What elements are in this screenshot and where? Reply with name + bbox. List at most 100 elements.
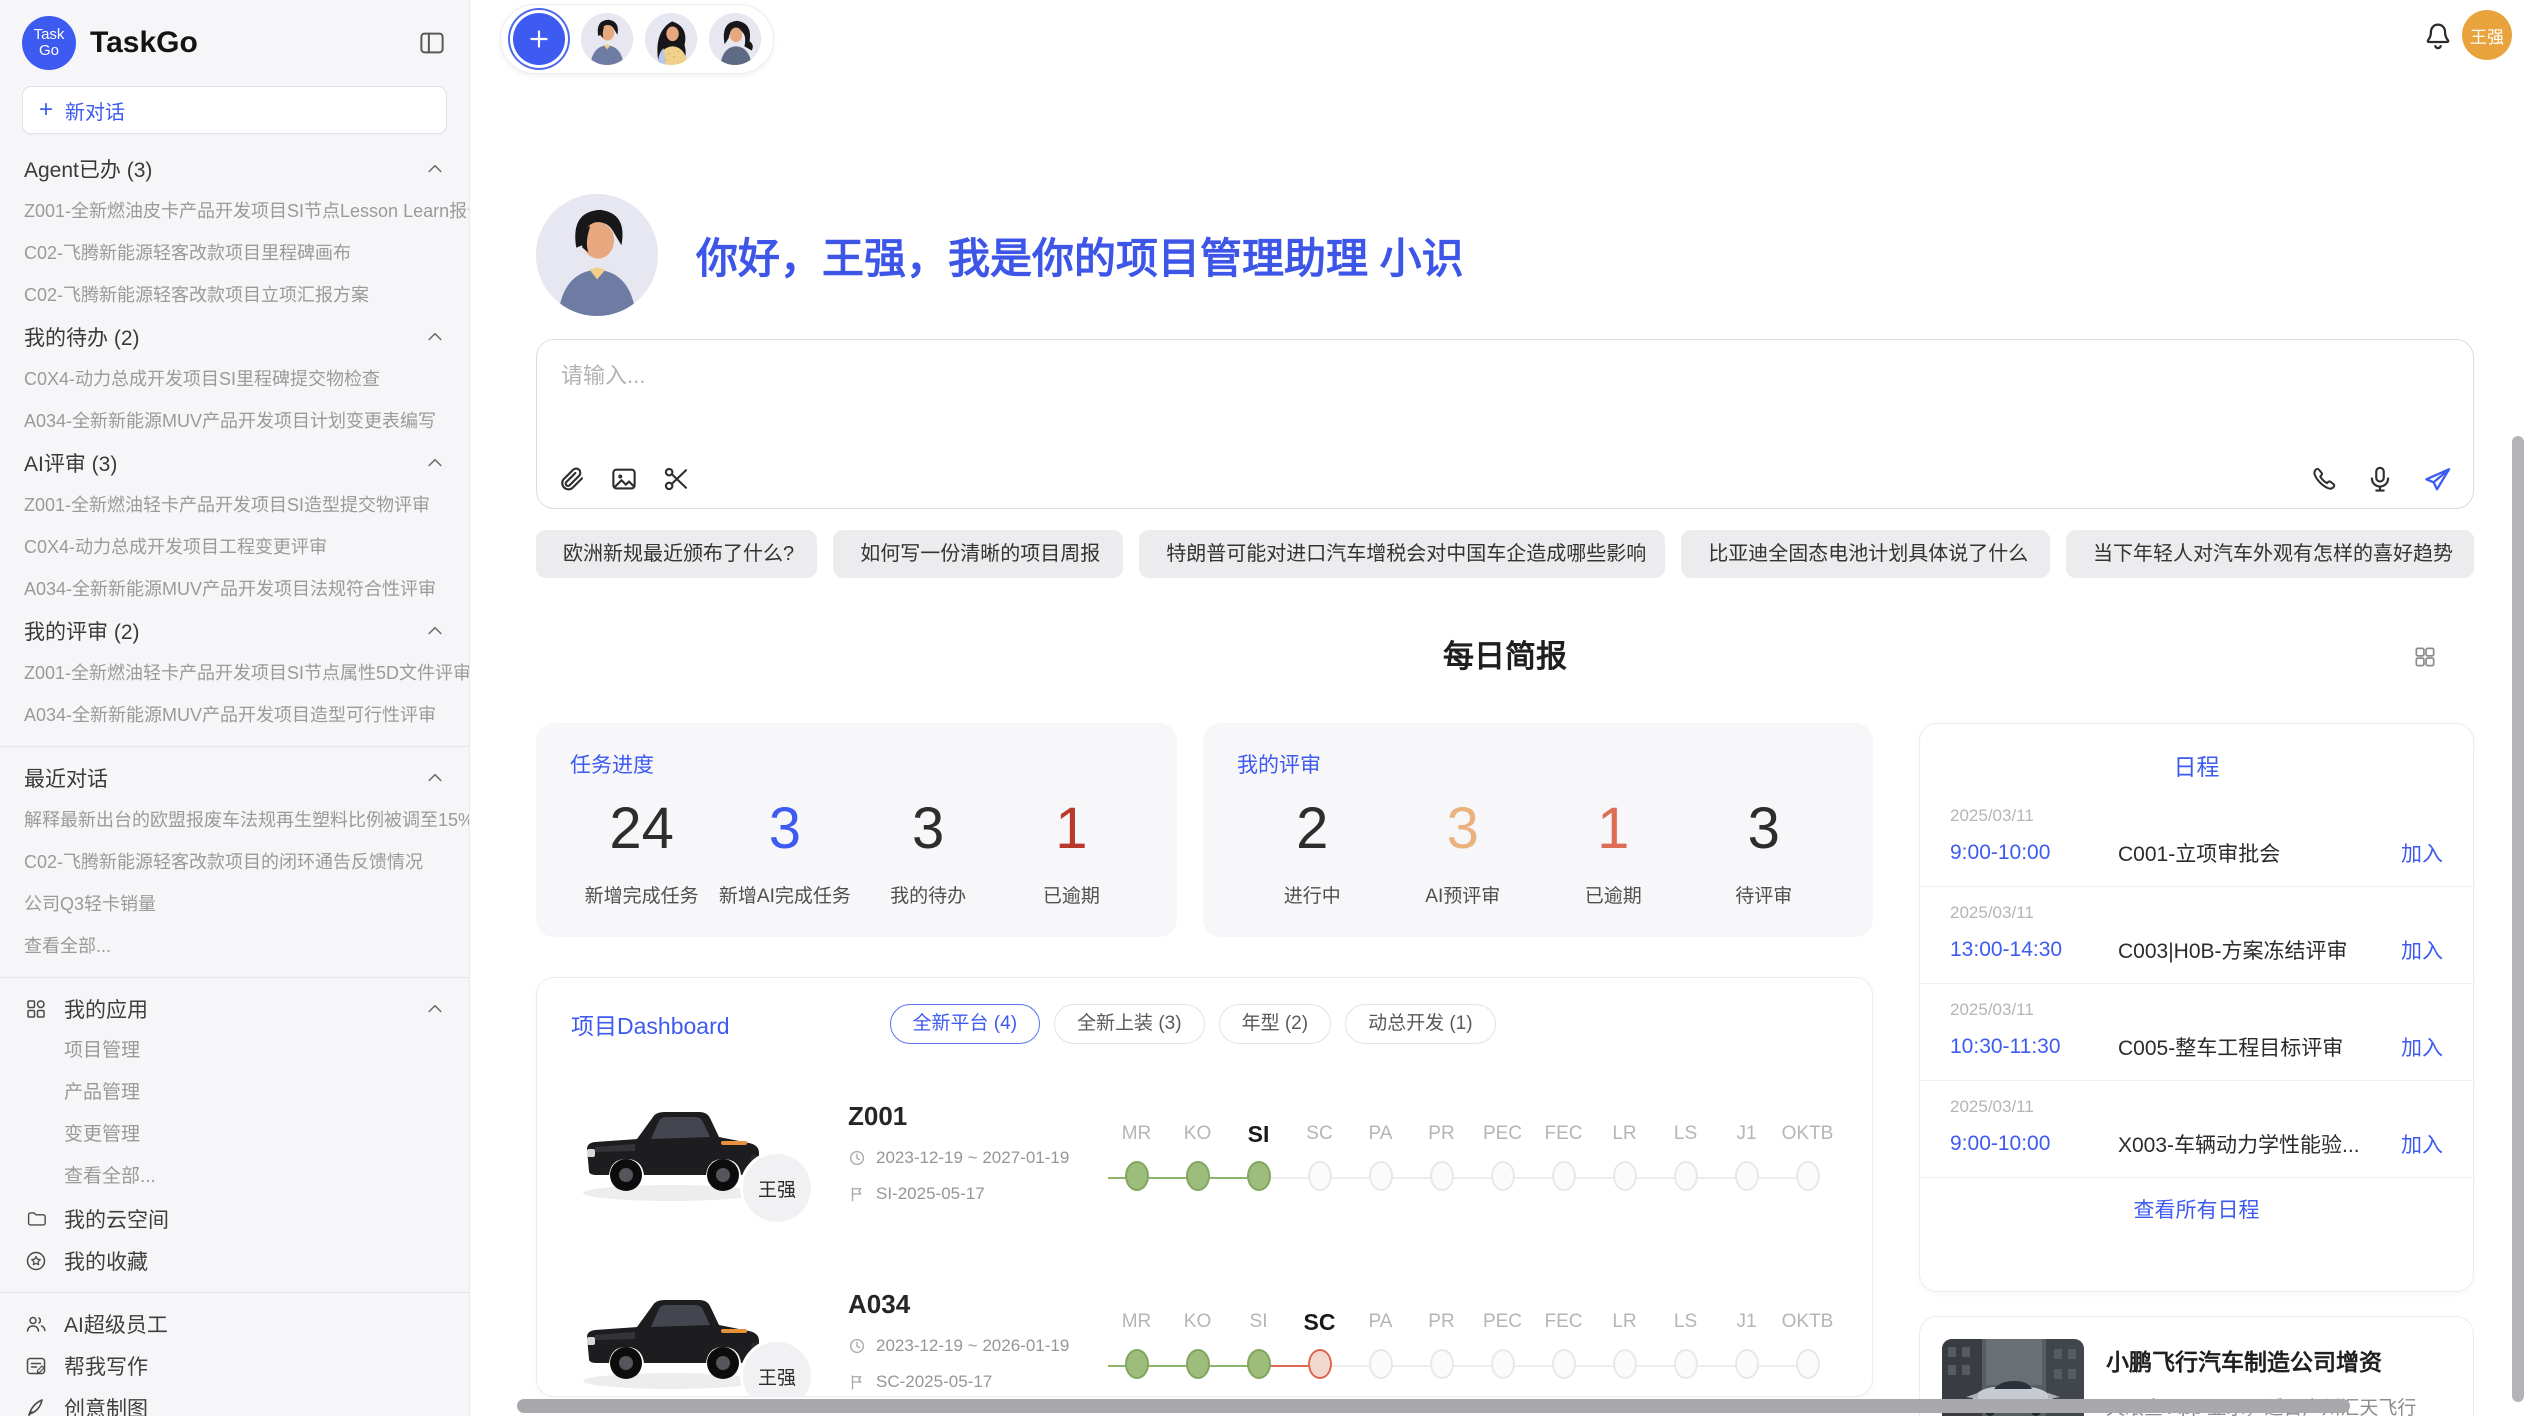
sidebar-item-product-mgmt[interactable]: 产品管理	[0, 1072, 469, 1114]
join-meeting-link[interactable]: 加入	[2401, 935, 2443, 965]
project-owner-avatar: 王强	[740, 1151, 814, 1225]
stat-value: 24	[570, 793, 713, 865]
clock-icon	[848, 1337, 866, 1355]
milestone-dot-future	[1796, 1161, 1820, 1191]
stat-new-done: 24 新增完成任务	[570, 793, 713, 908]
horizontal-scrollbar[interactable]	[517, 1399, 2350, 1413]
recent-chat-item[interactable]: 解释最新出台的欧盟报废车法规再生塑料比例被调至15%...	[0, 799, 469, 841]
sidebar-task-item[interactable]: A034-全新新能源MUV产品开发项目造型可行性评审	[0, 694, 469, 736]
join-meeting-link[interactable]: 加入	[2401, 1129, 2443, 1159]
vertical-scrollbar[interactable]	[2512, 436, 2524, 1402]
milestone: SI	[1228, 1307, 1289, 1379]
join-meeting-link[interactable]: 加入	[2401, 1032, 2443, 1062]
sidebar: Task Go TaskGo + 新对话 Agent已办 (3) Z001-全新…	[0, 0, 470, 1416]
chevron-up-icon[interactable]	[425, 327, 445, 347]
sidebar-item-project-mgmt[interactable]: 项目管理	[0, 1030, 469, 1072]
agent-avatar-1[interactable]	[581, 13, 633, 65]
add-agent-button[interactable]	[513, 13, 565, 65]
recent-chats-view-all[interactable]: 查看全部...	[0, 925, 469, 967]
stat-label: 已逾期	[1000, 881, 1143, 908]
suggestion-chip[interactable]: 欧洲新规最近颁布了什么?	[536, 530, 817, 578]
tab-new-body[interactable]: 全新上装 (3)	[1054, 1004, 1205, 1044]
voice-call-icon[interactable]	[2309, 464, 2339, 494]
suggestion-chip[interactable]: 比亚迪全固态电池计划具体说了什么	[1681, 530, 2050, 578]
milestone: LR	[1594, 1119, 1655, 1191]
suggestion-chip[interactable]: 如何写一份清晰的项目周报	[833, 530, 1123, 578]
join-meeting-link[interactable]: 加入	[2401, 838, 2443, 868]
dashboard-header: 项目Dashboard 全新平台 (4) 全新上装 (3) 年型 (2) 动总开…	[571, 1004, 1838, 1044]
section-header-agent-done[interactable]: Agent已办 (3)	[0, 148, 469, 190]
schedule-title: 日程	[1920, 748, 2473, 782]
milestone: KO	[1167, 1119, 1228, 1191]
menu-label: 我的云空间	[64, 1204, 169, 1234]
section-title: Agent已办 (3)	[24, 154, 152, 184]
sidebar-task-item[interactable]: C02-飞腾新能源轻客改款项目立项汇报方案	[0, 274, 469, 316]
sidebar-task-item[interactable]: C0X4-动力总成开发项目工程变更评审	[0, 526, 469, 568]
recent-chat-item[interactable]: C02-飞腾新能源轻客改款项目的闭环通告反馈情况	[0, 841, 469, 883]
chevron-up-icon[interactable]	[425, 159, 445, 179]
stat-overdue: 1 已逾期	[1000, 793, 1143, 908]
sidebar-task-item[interactable]: A034-全新新能源MUV产品开发项目法规符合性评审	[0, 568, 469, 610]
section-header-recent-chats[interactable]: 最近对话	[0, 757, 469, 799]
logo-text-bottom: Go	[39, 43, 59, 59]
image-upload-icon[interactable]	[609, 464, 639, 494]
stat-row: 2 进行中 3 AI预评审 1 已逾期 3 待评审	[1237, 793, 1839, 908]
schedule-date: 2025/03/11	[1950, 1000, 2443, 1020]
section-header-ai-review[interactable]: AI评审 (3)	[0, 442, 469, 484]
milestone: OKTB	[1777, 1119, 1838, 1191]
sidebar-task-item[interactable]: C02-飞腾新能源轻客改款项目里程碑画布	[0, 232, 469, 274]
milestone-dot-future	[1491, 1161, 1515, 1191]
chevron-up-icon[interactable]	[425, 999, 445, 1019]
my-apps-view-all[interactable]: 查看全部...	[0, 1156, 469, 1198]
milestone: SC	[1289, 1119, 1350, 1191]
tab-year-model[interactable]: 年型 (2)	[1219, 1004, 1332, 1044]
sidebar-task-item[interactable]: Z001-全新燃油轻卡产品开发项目SI造型提交物评审	[0, 484, 469, 526]
suggestion-chip[interactable]: 当下年轻人对汽车外观有怎样的喜好趋势	[2066, 530, 2474, 578]
chevron-up-icon[interactable]	[425, 453, 445, 473]
tab-powertrain[interactable]: 动总开发 (1)	[1345, 1004, 1496, 1044]
screenshot-scissors-icon[interactable]	[661, 464, 691, 494]
notification-bell-icon[interactable]	[2422, 20, 2454, 52]
layout-grid-icon[interactable]	[2412, 644, 2438, 670]
sidebar-item-change-mgmt[interactable]: 变更管理	[0, 1114, 469, 1156]
chevron-up-icon[interactable]	[425, 621, 445, 641]
sidebar-task-item[interactable]: C0X4-动力总成开发项目SI里程碑提交物检查	[0, 358, 469, 400]
sidebar-item-my-apps[interactable]: 我的应用	[0, 988, 469, 1030]
recent-chat-item[interactable]: 公司Q3轻卡销量	[0, 883, 469, 925]
view-all-schedule-link[interactable]: 查看所有日程	[1920, 1177, 2473, 1240]
sidebar-item-help-me-write[interactable]: 帮我写作	[0, 1345, 469, 1387]
section-header-my-review[interactable]: 我的评审 (2)	[0, 610, 469, 652]
project-next-milestone: SI-2025-05-17	[848, 1184, 1098, 1204]
chat-input[interactable]	[561, 358, 2061, 438]
milestone-dot-future	[1308, 1161, 1332, 1191]
suggestion-chip[interactable]: 特朗普可能对进口汽车增税会对中国车企造成哪些影响	[1139, 530, 1665, 578]
agent-avatar-2[interactable]	[645, 13, 697, 65]
stat-pending-review: 3 待评审	[1689, 793, 1840, 908]
daily-briefing-header: 每日简报	[536, 636, 2474, 678]
sidebar-item-creative-drawing[interactable]: 创意制图	[0, 1387, 469, 1416]
menu-label: 我的应用	[64, 994, 148, 1024]
microphone-icon[interactable]	[2365, 464, 2395, 494]
send-icon[interactable]	[2421, 464, 2451, 494]
sidebar-task-item[interactable]: A034-全新新能源MUV产品开发项目计划变更表编写	[0, 400, 469, 442]
sidebar-task-item[interactable]: Z001-全新燃油轻卡产品开发项目SI节点属性5D文件评审	[0, 652, 469, 694]
sidebar-collapse-icon[interactable]	[417, 28, 447, 58]
new-chat-button[interactable]: + 新对话	[22, 86, 447, 134]
sidebar-item-ai-super-staff[interactable]: AI超级员工	[0, 1303, 469, 1345]
stat-value: 1	[1000, 793, 1143, 865]
milestone-date: SI-2025-05-17	[876, 1184, 985, 1204]
project-row-a034[interactable]: 王强 A034 2023-12-19 ~ 2026-01-19 SC-2025-…	[571, 1260, 1838, 1397]
agent-avatar-3[interactable]	[709, 13, 761, 65]
stat-label: 新增完成任务	[570, 881, 713, 908]
section-title: 我的待办 (2)	[24, 322, 140, 352]
stat-value: 3	[1388, 793, 1539, 865]
attachment-icon[interactable]	[557, 464, 587, 494]
tab-new-platform[interactable]: 全新平台 (4)	[890, 1004, 1041, 1044]
project-row-z001[interactable]: 王强 Z001 2023-12-19 ~ 2027-01-19 SI-2025-…	[571, 1072, 1838, 1232]
section-header-my-todo[interactable]: 我的待办 (2)	[0, 316, 469, 358]
chevron-up-icon[interactable]	[425, 768, 445, 788]
sidebar-item-cloud-space[interactable]: 我的云空间	[0, 1198, 469, 1240]
sidebar-task-item[interactable]: Z001-全新燃油皮卡产品开发项目SI节点Lesson Learn报告	[0, 190, 469, 232]
user-avatar[interactable]: 王强	[2462, 10, 2512, 60]
sidebar-item-favorites[interactable]: 我的收藏	[0, 1240, 469, 1282]
